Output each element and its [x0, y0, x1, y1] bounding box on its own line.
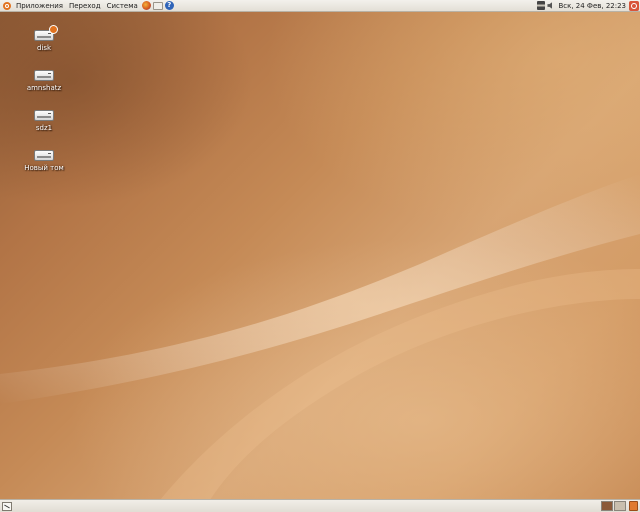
workspace-1[interactable] [601, 501, 613, 511]
top-panel: Приложения Переход Система ? Вск, 24 Фев… [0, 0, 640, 12]
desktop-icon-new-volume[interactable]: Новый том [14, 147, 74, 172]
desktop-icon-amnshatz[interactable]: amnshatz [14, 67, 74, 92]
show-desktop-button[interactable] [2, 501, 12, 511]
mail-icon[interactable] [152, 1, 163, 10]
firefox-icon[interactable] [141, 1, 151, 10]
desktop-screen: Приложения Переход Система ? Вск, 24 Фев… [0, 0, 640, 512]
wallpaper-swoosh [0, 174, 640, 500]
desktop-icon-label: disk [36, 44, 52, 52]
menu-applications[interactable]: Приложения [13, 0, 66, 12]
drive-icon [34, 147, 54, 161]
desktop-icon-sdz1[interactable]: sdz1 [14, 107, 74, 132]
ubuntu-badge-icon [49, 25, 58, 34]
help-icon[interactable]: ? [164, 1, 174, 10]
volume-icon[interactable] [547, 2, 553, 9]
menu-system[interactable]: Система [104, 0, 141, 12]
drive-icon [34, 107, 54, 121]
ubuntu-logo-icon[interactable] [3, 1, 11, 10]
drive-icon [34, 25, 58, 41]
desktop-icon-disk[interactable]: disk [14, 25, 74, 52]
desktop-icon-label: sdz1 [35, 124, 53, 132]
menu-places[interactable]: Переход [66, 0, 104, 12]
desktop-icon-label: Новый том [24, 164, 64, 172]
bottom-panel [0, 499, 640, 512]
quit-icon[interactable] [629, 0, 639, 11]
clock[interactable]: Вск, 24 Фев, 22:23 [555, 0, 629, 12]
desktop-icon-label: amnshatz [26, 84, 62, 92]
network-icon[interactable] [537, 1, 546, 10]
drive-icon [34, 67, 54, 81]
trash-icon[interactable] [629, 501, 638, 511]
workspace-2[interactable] [614, 501, 626, 511]
